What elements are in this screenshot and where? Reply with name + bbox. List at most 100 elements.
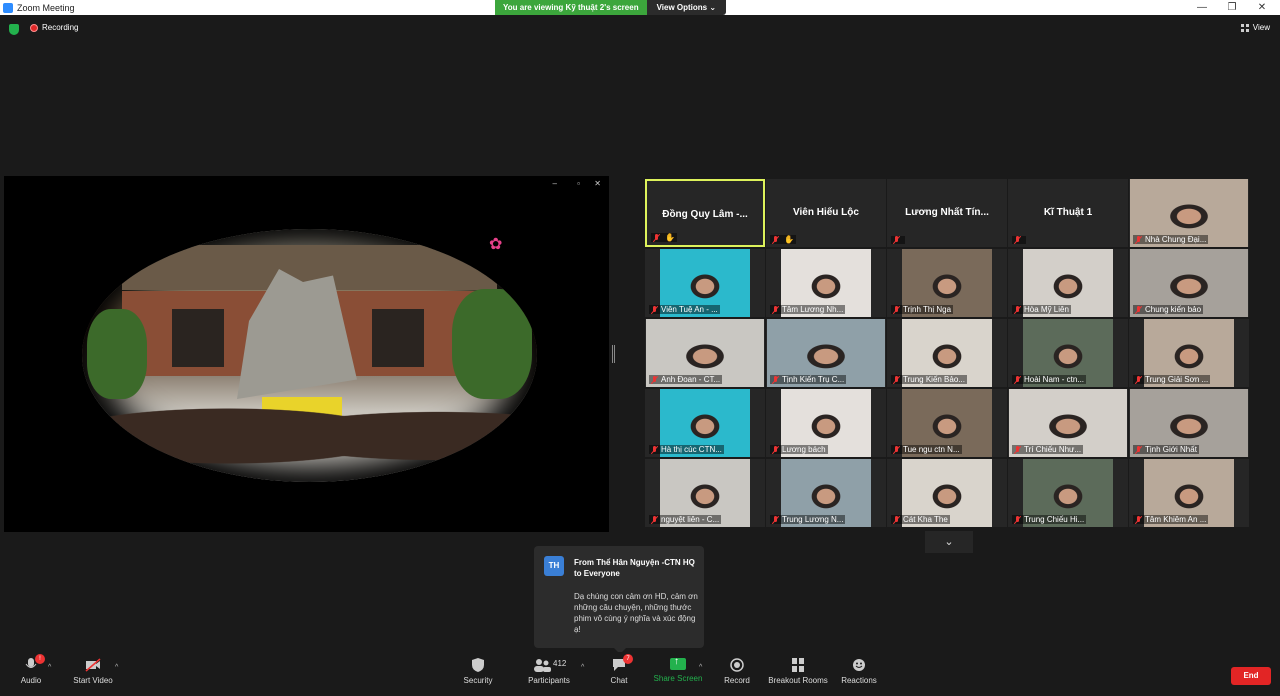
participant-tile[interactable]: Đồng Quy Lâm -... ✋: [645, 179, 765, 247]
mic-muted-icon: [1014, 305, 1021, 314]
participant-tile[interactable]: Trí Chiếu Như...: [1008, 389, 1128, 457]
minimize-icon[interactable]: —: [1188, 0, 1216, 15]
mic-muted-icon: [893, 236, 900, 244]
reactions-smiley-icon: [851, 658, 867, 672]
mic-muted-icon: [651, 375, 658, 384]
close-icon[interactable]: ✕: [1248, 0, 1276, 15]
participant-label: Hoài Nam - ctn...: [1012, 375, 1087, 384]
record-dot-icon: [30, 23, 38, 32]
participant-name: Viên Hiếu Lộc: [793, 207, 859, 218]
window-title: Zoom Meeting: [17, 2, 75, 13]
chat-unread-badge: 7: [623, 654, 633, 664]
share-screen-label: Share Screen: [653, 674, 703, 683]
view-options-button[interactable]: View Options ⌄: [646, 0, 727, 15]
participant-tile[interactable]: Trung Lương N...: [766, 459, 886, 527]
maximize-icon[interactable]: ❐: [1218, 0, 1246, 15]
breakout-rooms-icon: [790, 658, 806, 672]
participant-tile[interactable]: Trịnh Thị Nga: [887, 249, 1007, 317]
mic-muted-icon: [1014, 375, 1021, 384]
participant-label: Viên Tuệ An - ...: [649, 305, 720, 314]
participant-tile[interactable]: Cát Kha The: [887, 459, 1007, 527]
participant-name: Kĩ Thuật 1: [1043, 207, 1093, 218]
audio-label: Audio: [20, 676, 42, 685]
reactions-button[interactable]: Reactions: [840, 658, 878, 685]
participants-button[interactable]: 412 Participants: [524, 658, 574, 685]
breakout-rooms-button[interactable]: Breakout Rooms: [768, 658, 828, 685]
mic-icon: !: [23, 654, 45, 672]
participant-label: Tue ngu ctn N...: [891, 445, 962, 454]
security-button[interactable]: Security: [460, 658, 496, 685]
participant-tile[interactable]: Kĩ Thuật 1: [1008, 179, 1128, 247]
video-options-caret[interactable]: ^: [115, 664, 118, 671]
share-options-caret[interactable]: ^: [699, 664, 702, 671]
participant-tile[interactable]: nguyệt liên - C...: [645, 459, 765, 527]
participant-tile[interactable]: Viên Hiếu Lộc ✋: [766, 179, 886, 247]
start-video-label: Start Video: [73, 676, 113, 685]
participant-tile[interactable]: Chung kiến bảo: [1129, 249, 1249, 317]
participant-tile[interactable]: Hà thị cúc CTN...: [645, 389, 765, 457]
participant-tile[interactable]: Nhà Chung Đại...: [1129, 179, 1249, 247]
recording-indicator[interactable]: Recording: [30, 23, 78, 32]
participant-tile[interactable]: Tịnh Kiến Trụ C...: [766, 319, 886, 387]
participant-name: Chung kiến bảo: [1145, 305, 1202, 314]
shared-close-icon: ✕: [594, 179, 601, 188]
record-button[interactable]: Record: [722, 658, 752, 685]
shared-video-scene: [82, 229, 537, 482]
security-shield-icon[interactable]: [9, 24, 19, 35]
audio-button[interactable]: ! Audio: [18, 654, 45, 685]
participant-name: Đồng Quy Lâm -...: [662, 209, 748, 220]
reactions-label: Reactions: [841, 676, 877, 685]
chat-label: Chat: [610, 676, 628, 685]
share-screen-button[interactable]: Share Screen: [652, 656, 704, 683]
mic-muted-icon: [1135, 375, 1142, 384]
record-icon: [729, 658, 745, 672]
participants-label: Participants: [528, 676, 570, 685]
participant-tile[interactable]: Tâm Khiêm An ...: [1129, 459, 1249, 527]
more-participants-button[interactable]: ⌄: [925, 531, 973, 553]
participant-label: Lương bách: [770, 445, 828, 454]
participant-name: Hòa Mỹ Liên: [1024, 305, 1069, 314]
participant-label: Trí Chiếu Như...: [1012, 445, 1084, 454]
participant-tile[interactable]: Trung Giải Sơn ...: [1129, 319, 1249, 387]
participant-tile[interactable]: Hòa Mỹ Liên: [1008, 249, 1128, 317]
start-video-button[interactable]: Start Video: [70, 658, 116, 685]
view-label: View: [1252, 23, 1270, 32]
shared-restore-icon: ▫: [577, 179, 580, 188]
mic-muted-icon: [1135, 235, 1142, 244]
participant-tile[interactable]: Tue ngu ctn N...: [887, 389, 1007, 457]
shared-screen[interactable]: – ▫ ✕ ✿: [4, 176, 609, 532]
audio-options-caret[interactable]: ^: [48, 664, 51, 671]
participant-tile[interactable]: Viên Tuệ An - ...: [645, 249, 765, 317]
participants-options-caret[interactable]: ^: [581, 664, 584, 671]
mic-muted-icon: [1135, 305, 1142, 314]
share-screen-icon: [670, 656, 686, 670]
participant-name: Anh Đoan - CT...: [661, 375, 721, 384]
participant-label: Anh Đoan - CT...: [649, 375, 723, 384]
participant-tile[interactable]: Anh Đoan - CT...: [645, 319, 765, 387]
mic-muted-icon: [772, 515, 779, 524]
zoom-logo-icon: [3, 2, 13, 13]
participant-label: ✋: [651, 233, 677, 242]
mic-muted-icon: [1014, 515, 1021, 524]
chat-icon: 7: [611, 654, 633, 672]
end-meeting-button[interactable]: End: [1231, 667, 1271, 685]
participant-tile[interactable]: Trung Chiếu Hi...: [1008, 459, 1128, 527]
participant-name: Trí Chiếu Như...: [1024, 445, 1082, 454]
lotus-logo-icon: ✿: [489, 236, 503, 253]
participant-tile[interactable]: Tâm Lương Nh...: [766, 249, 886, 317]
split-divider-handle[interactable]: [612, 345, 615, 363]
participant-tile[interactable]: Tịnh Giới Nhất: [1129, 389, 1249, 457]
chat-notification[interactable]: TH From Thể Hân Nguyện -CTN HQ to Everyo…: [534, 546, 704, 654]
view-button[interactable]: View: [1240, 23, 1270, 32]
audio-warning-badge: !: [35, 654, 45, 664]
participant-tile[interactable]: Lương bách: [766, 389, 886, 457]
participant-label: Hòa Mỹ Liên: [1012, 305, 1071, 314]
participant-label: Cát Kha The: [891, 515, 950, 524]
participant-tile[interactable]: Hoài Nam - ctn...: [1008, 319, 1128, 387]
mic-muted-icon: [653, 233, 660, 242]
sender-avatar: TH: [544, 556, 564, 576]
grid-icon: [1240, 23, 1249, 32]
participant-tile[interactable]: Trung Kiến Bảo...: [887, 319, 1007, 387]
chat-button[interactable]: 7 Chat: [606, 654, 633, 685]
participant-tile[interactable]: Lương Nhất Tín...: [887, 179, 1007, 247]
